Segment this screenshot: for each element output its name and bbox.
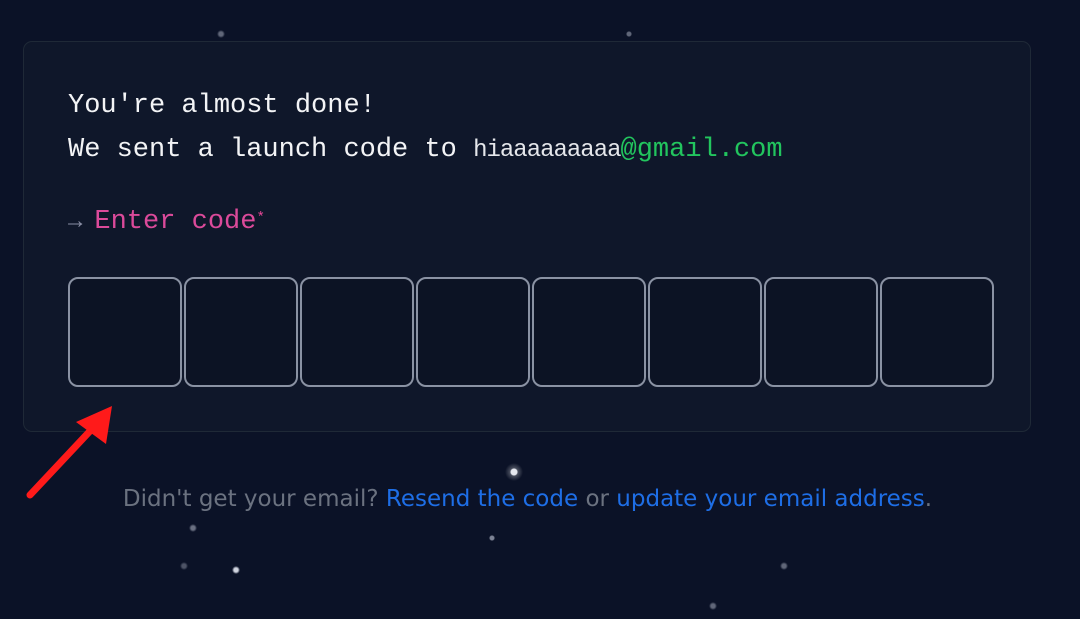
email-domain: @gmail.com — [620, 135, 783, 165]
footer-suffix: . — [924, 486, 933, 512]
sent-message: We sent a launch code to hiaaaaaaaaa@gma… — [68, 134, 783, 167]
email-local-part: hiaaaaaaaaa — [473, 137, 621, 164]
enter-code-label: → Enter code* — [68, 206, 265, 239]
code-digit-1[interactable] — [68, 277, 182, 387]
code-digit-3[interactable] — [300, 277, 414, 387]
footer-prefix: Didn't get your email? — [122, 486, 379, 512]
code-digit-8[interactable] — [880, 277, 994, 387]
code-input-row — [68, 277, 994, 387]
resend-code-link[interactable]: Resend the code — [386, 486, 578, 512]
verification-card: You're almost done! We sent a launch cod… — [23, 41, 1031, 432]
sent-prefix: We sent a launch code to — [68, 135, 457, 165]
code-digit-5[interactable] — [532, 277, 646, 387]
code-digit-6[interactable] — [648, 277, 762, 387]
code-digit-4[interactable] — [416, 277, 530, 387]
code-digit-7[interactable] — [764, 277, 878, 387]
footer-help: Didn't get your email? Resend the code o… — [0, 484, 1055, 514]
page-heading: You're almost done! — [68, 91, 376, 121]
code-digit-2[interactable] — [184, 277, 298, 387]
footer-or: or — [585, 486, 609, 512]
required-asterisk: * — [256, 210, 265, 226]
right-arrow-icon: → — [68, 209, 83, 236]
update-email-link[interactable]: update your email address — [616, 486, 924, 512]
enter-code-text: Enter code — [94, 207, 257, 237]
